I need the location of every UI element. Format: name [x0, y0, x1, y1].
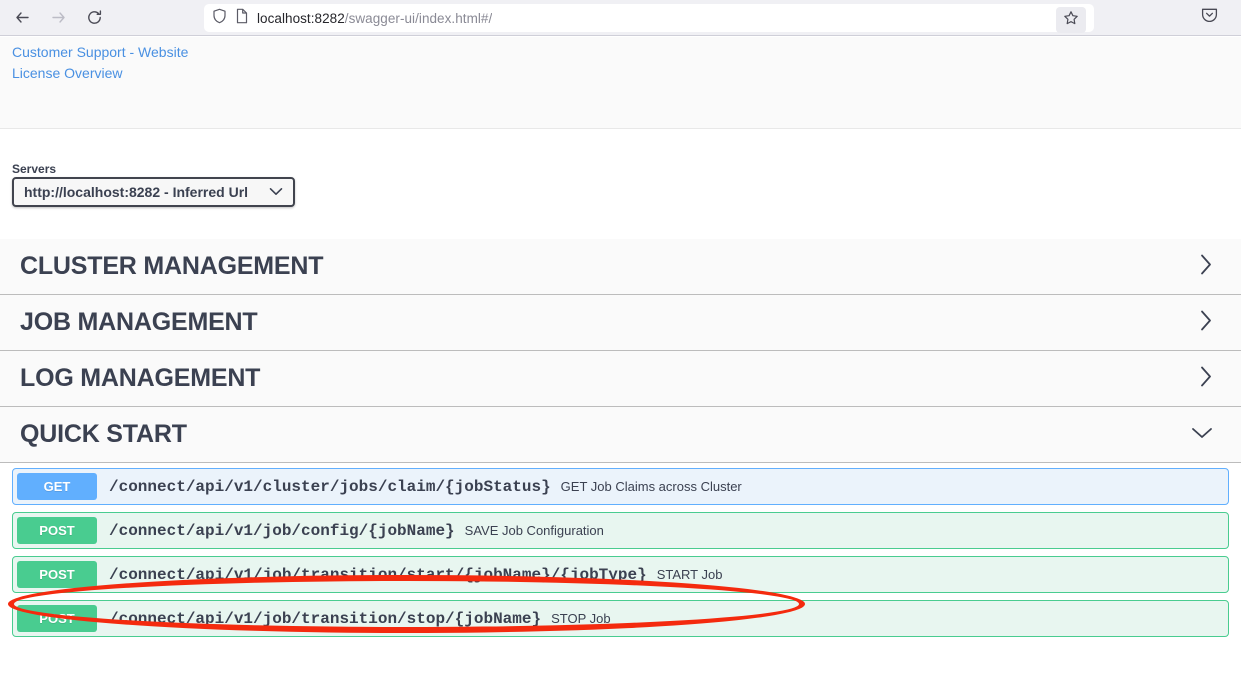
- method-badge: POST: [17, 561, 97, 588]
- operation-description: STOP Job: [551, 611, 611, 626]
- operation-path: /connect/api/v1/job/transition/start/{jo…: [109, 565, 647, 584]
- tag-section-cluster-management[interactable]: CLUSTER MANAGEMENT: [0, 239, 1241, 295]
- server-select-value: http://localhost:8282 - Inferred Url: [24, 184, 249, 200]
- link-license-overview[interactable]: License Overview: [12, 63, 1241, 84]
- operation-list: GET /connect/api/v1/cluster/jobs/claim/{…: [0, 463, 1241, 637]
- chevron-right-icon[interactable]: [1198, 307, 1215, 338]
- operation-description: SAVE Job Configuration: [464, 523, 604, 538]
- api-info-band: Customer Support - Website License Overv…: [0, 37, 1241, 129]
- operation-path: /connect/api/v1/job/transition/stop/{job…: [109, 609, 542, 628]
- operation-path: /connect/api/v1/job/config/{jobName}: [109, 521, 455, 540]
- operation-description: START Job: [656, 567, 723, 582]
- url-host: localhost:8282: [257, 10, 345, 26]
- reload-icon: [86, 9, 103, 26]
- tag-section-quick-start[interactable]: QUICK START: [0, 407, 1241, 463]
- tag-title: CLUSTER MANAGEMENT: [20, 252, 324, 280]
- pocket-save-icon: [1200, 6, 1219, 30]
- chevron-right-icon[interactable]: [1198, 251, 1215, 282]
- back-arrow-icon: [14, 9, 31, 26]
- chevron-right-icon[interactable]: [1198, 363, 1215, 394]
- link-customer-support[interactable]: Customer Support - Website: [12, 42, 1241, 63]
- address-bar[interactable]: localhost:8282/swagger-ui/index.html#/: [204, 4, 1094, 33]
- method-badge: GET: [17, 473, 97, 500]
- page-document-icon: [235, 8, 249, 29]
- pocket-button[interactable]: [1195, 4, 1223, 32]
- back-button[interactable]: [6, 3, 38, 33]
- tag-sections: CLUSTER MANAGEMENT JOB MANAGEMENT LOG MA…: [0, 239, 1241, 644]
- chevron-down-icon: [269, 183, 283, 201]
- bookmark-button[interactable]: [1056, 7, 1086, 33]
- shield-icon[interactable]: [212, 8, 227, 29]
- tag-title: LOG MANAGEMENT: [20, 364, 261, 392]
- url-text: localhost:8282/swagger-ui/index.html#/: [257, 11, 492, 26]
- tag-title: JOB MANAGEMENT: [20, 308, 258, 336]
- forward-arrow-icon: [50, 9, 67, 26]
- operation-row-post-job-transition-stop[interactable]: POST /connect/api/v1/job/transition/stop…: [12, 600, 1229, 637]
- tag-section-job-management[interactable]: JOB MANAGEMENT: [0, 295, 1241, 351]
- url-path: /swagger-ui/index.html#/: [344, 10, 493, 26]
- operation-description: GET Job Claims across Cluster: [560, 479, 742, 494]
- star-icon: [1063, 10, 1079, 31]
- operation-path: /connect/api/v1/cluster/jobs/claim/{jobS…: [109, 477, 551, 496]
- method-badge: POST: [17, 605, 97, 632]
- servers-section: Servers http://localhost:8282 - Inferred…: [0, 129, 1241, 239]
- tag-section-log-management[interactable]: LOG MANAGEMENT: [0, 351, 1241, 407]
- browser-toolbar: localhost:8282/swagger-ui/index.html#/: [0, 0, 1241, 36]
- operation-row-post-job-transition-start[interactable]: POST /connect/api/v1/job/transition/star…: [12, 556, 1229, 593]
- reload-button[interactable]: [78, 3, 110, 33]
- method-badge: POST: [17, 517, 97, 544]
- api-info-links: Customer Support - Website License Overv…: [0, 37, 1241, 84]
- tag-title: QUICK START: [20, 420, 187, 448]
- operation-row-post-job-config[interactable]: POST /connect/api/v1/job/config/{jobName…: [12, 512, 1229, 549]
- server-select[interactable]: http://localhost:8282 - Inferred Url: [12, 177, 295, 207]
- browser-nav-buttons: [0, 3, 110, 33]
- operation-row-get-cluster-jobs-claim[interactable]: GET /connect/api/v1/cluster/jobs/claim/{…: [12, 468, 1229, 505]
- servers-label: Servers: [12, 162, 57, 176]
- forward-button[interactable]: [42, 3, 74, 33]
- chevron-down-icon[interactable]: [1189, 424, 1215, 446]
